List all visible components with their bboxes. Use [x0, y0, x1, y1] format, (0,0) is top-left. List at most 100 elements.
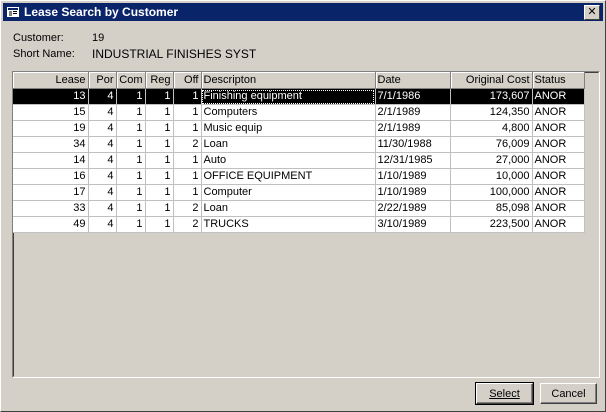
cell-com: 1	[116, 152, 146, 169]
app-icon	[7, 7, 19, 17]
cell-off: 2	[173, 136, 202, 153]
cell-com: 1	[116, 136, 146, 153]
cell-off: 2	[173, 216, 202, 233]
cell-description: Computer	[201, 184, 376, 201]
cell-original-cost: 124,350	[450, 104, 533, 121]
col-header-status[interactable]: Status	[532, 72, 585, 89]
cell-com: 1	[116, 200, 146, 217]
cell-date: 2/22/1989	[375, 200, 451, 217]
cell-status: ANOR	[532, 200, 585, 217]
table-row[interactable]: 15 4 1 1 1 Computers 2/1/1989 124,350 ANOR	[13, 104, 585, 121]
col-header-por[interactable]: Por	[88, 72, 117, 89]
cell-por: 4	[88, 216, 117, 233]
header-row: Lease Por Com Reg Off Descripton Date Or…	[13, 72, 585, 89]
cell-date: 2/1/1989	[375, 120, 451, 137]
cell-reg: 1	[145, 88, 174, 105]
table-row[interactable]: 17 4 1 1 1 Computer 1/10/1989 100,000 ANOR	[13, 184, 585, 201]
lease-search-window: Lease Search by Customer ✕ Customer: 19 …	[0, 0, 606, 412]
table-row[interactable]: 49 4 1 1 2 TRUCKS 3/10/1989 223,500 ANOR	[13, 216, 585, 233]
cell-por: 4	[88, 104, 117, 121]
cell-lease: 33	[13, 200, 89, 217]
close-button[interactable]: ✕	[584, 5, 600, 20]
cell-reg: 1	[145, 136, 174, 153]
cell-reg: 1	[145, 200, 174, 217]
table-row[interactable]: 16 4 1 1 1 OFFICE EQUIPMENT 1/10/1989 10,000 ANO…	[13, 168, 585, 185]
col-header-lease[interactable]: Lease	[13, 72, 89, 89]
table-row[interactable]: 19 4 1 1 1 Music equip 2/1/1989 4,800 ANOR	[13, 120, 585, 137]
cell-por: 4	[88, 152, 117, 169]
col-header-date[interactable]: Date	[375, 72, 451, 89]
cell-original-cost: 100,000	[450, 184, 533, 201]
cell-por: 4	[88, 136, 117, 153]
cell-description: Auto	[201, 152, 376, 169]
cell-off: 1	[173, 152, 202, 169]
cell-off: 1	[173, 88, 202, 105]
cell-reg: 1	[145, 120, 174, 137]
cell-date: 1/10/1989	[375, 184, 451, 201]
cell-reg: 1	[145, 104, 174, 121]
cell-original-cost: 76,009	[450, 136, 533, 153]
table-row[interactable]: 34 4 1 1 2 Loan 11/30/1988 76,009 ANOR	[13, 136, 585, 153]
cell-por: 4	[88, 168, 117, 185]
col-header-description[interactable]: Descripton	[201, 72, 376, 89]
title-bar[interactable]: Lease Search by Customer ✕	[3, 3, 603, 21]
cell-lease: 17	[13, 184, 89, 201]
cell-description: Loan	[201, 200, 376, 217]
cell-original-cost: 4,800	[450, 120, 533, 137]
customer-value: 19	[92, 32, 105, 44]
cell-reg: 1	[145, 168, 174, 185]
cell-com: 1	[116, 184, 146, 201]
cell-lease: 19	[13, 120, 89, 137]
cancel-button[interactable]: Cancel	[540, 383, 597, 404]
cell-status: ANOR	[532, 120, 585, 137]
cell-reg: 1	[145, 184, 174, 201]
col-header-reg[interactable]: Reg	[145, 72, 174, 89]
cell-lease: 16	[13, 168, 89, 185]
customer-label: Customer:	[13, 32, 64, 44]
cell-original-cost: 10,000	[450, 168, 533, 185]
cell-com: 1	[116, 104, 146, 121]
cell-por: 4	[88, 120, 117, 137]
cell-status: ANOR	[532, 216, 585, 233]
cell-status: ANOR	[532, 104, 585, 121]
select-button-label: Select	[489, 388, 520, 400]
lease-table: Lease Por Com Reg Off Descripton Date Or…	[13, 72, 585, 233]
cell-status: ANOR	[532, 88, 585, 105]
col-header-off[interactable]: Off	[173, 72, 202, 89]
cell-off: 1	[173, 120, 202, 137]
col-header-original-cost[interactable]: Original Cost	[450, 72, 533, 89]
cell-por: 4	[88, 184, 117, 201]
cell-date: 11/30/1988	[375, 136, 451, 153]
table-row[interactable]: 14 4 1 1 1 Auto 12/31/1985 27,000 ANOR	[13, 152, 585, 169]
cell-lease: 49	[13, 216, 89, 233]
cell-date: 2/1/1989	[375, 104, 451, 121]
window-title: Lease Search by Customer	[24, 5, 179, 19]
cell-date: 7/1/1986	[375, 88, 451, 105]
table-row[interactable]: 13 4 1 1 1 Finishing equipment 7/1/1986 173,607…	[13, 88, 585, 105]
cell-reg: 1	[145, 152, 174, 169]
lease-results-grid[interactable]: Lease Por Com Reg Off Descripton Date Or…	[12, 71, 600, 378]
cell-lease: 15	[13, 104, 89, 121]
col-header-com[interactable]: Com	[116, 72, 146, 89]
cell-original-cost: 173,607	[450, 88, 533, 105]
table-row[interactable]: 33 4 1 1 2 Loan 2/22/1989 85,098 ANOR	[13, 200, 585, 217]
cell-date: 1/10/1989	[375, 168, 451, 185]
cancel-button-label: Cancel	[551, 388, 586, 400]
cell-status: ANOR	[532, 184, 585, 201]
cell-original-cost: 223,500	[450, 216, 533, 233]
cell-original-cost: 27,000	[450, 152, 533, 169]
cell-com: 1	[116, 88, 146, 105]
close-icon: ✕	[587, 5, 597, 18]
cell-reg: 1	[145, 216, 174, 233]
cell-status: ANOR	[532, 168, 585, 185]
cell-lease: 34	[13, 136, 89, 153]
short-name-value: INDUSTRIAL FINISHES SYST	[92, 47, 257, 61]
cell-description: OFFICE EQUIPMENT	[201, 168, 376, 185]
cell-off: 2	[173, 200, 202, 217]
cell-description: Finishing equipment	[201, 88, 376, 105]
cell-off: 1	[173, 184, 202, 201]
select-button[interactable]: Select	[475, 382, 534, 405]
cell-com: 1	[116, 120, 146, 137]
cell-description: Loan	[201, 136, 376, 153]
short-name-label: Short Name:	[13, 48, 75, 60]
